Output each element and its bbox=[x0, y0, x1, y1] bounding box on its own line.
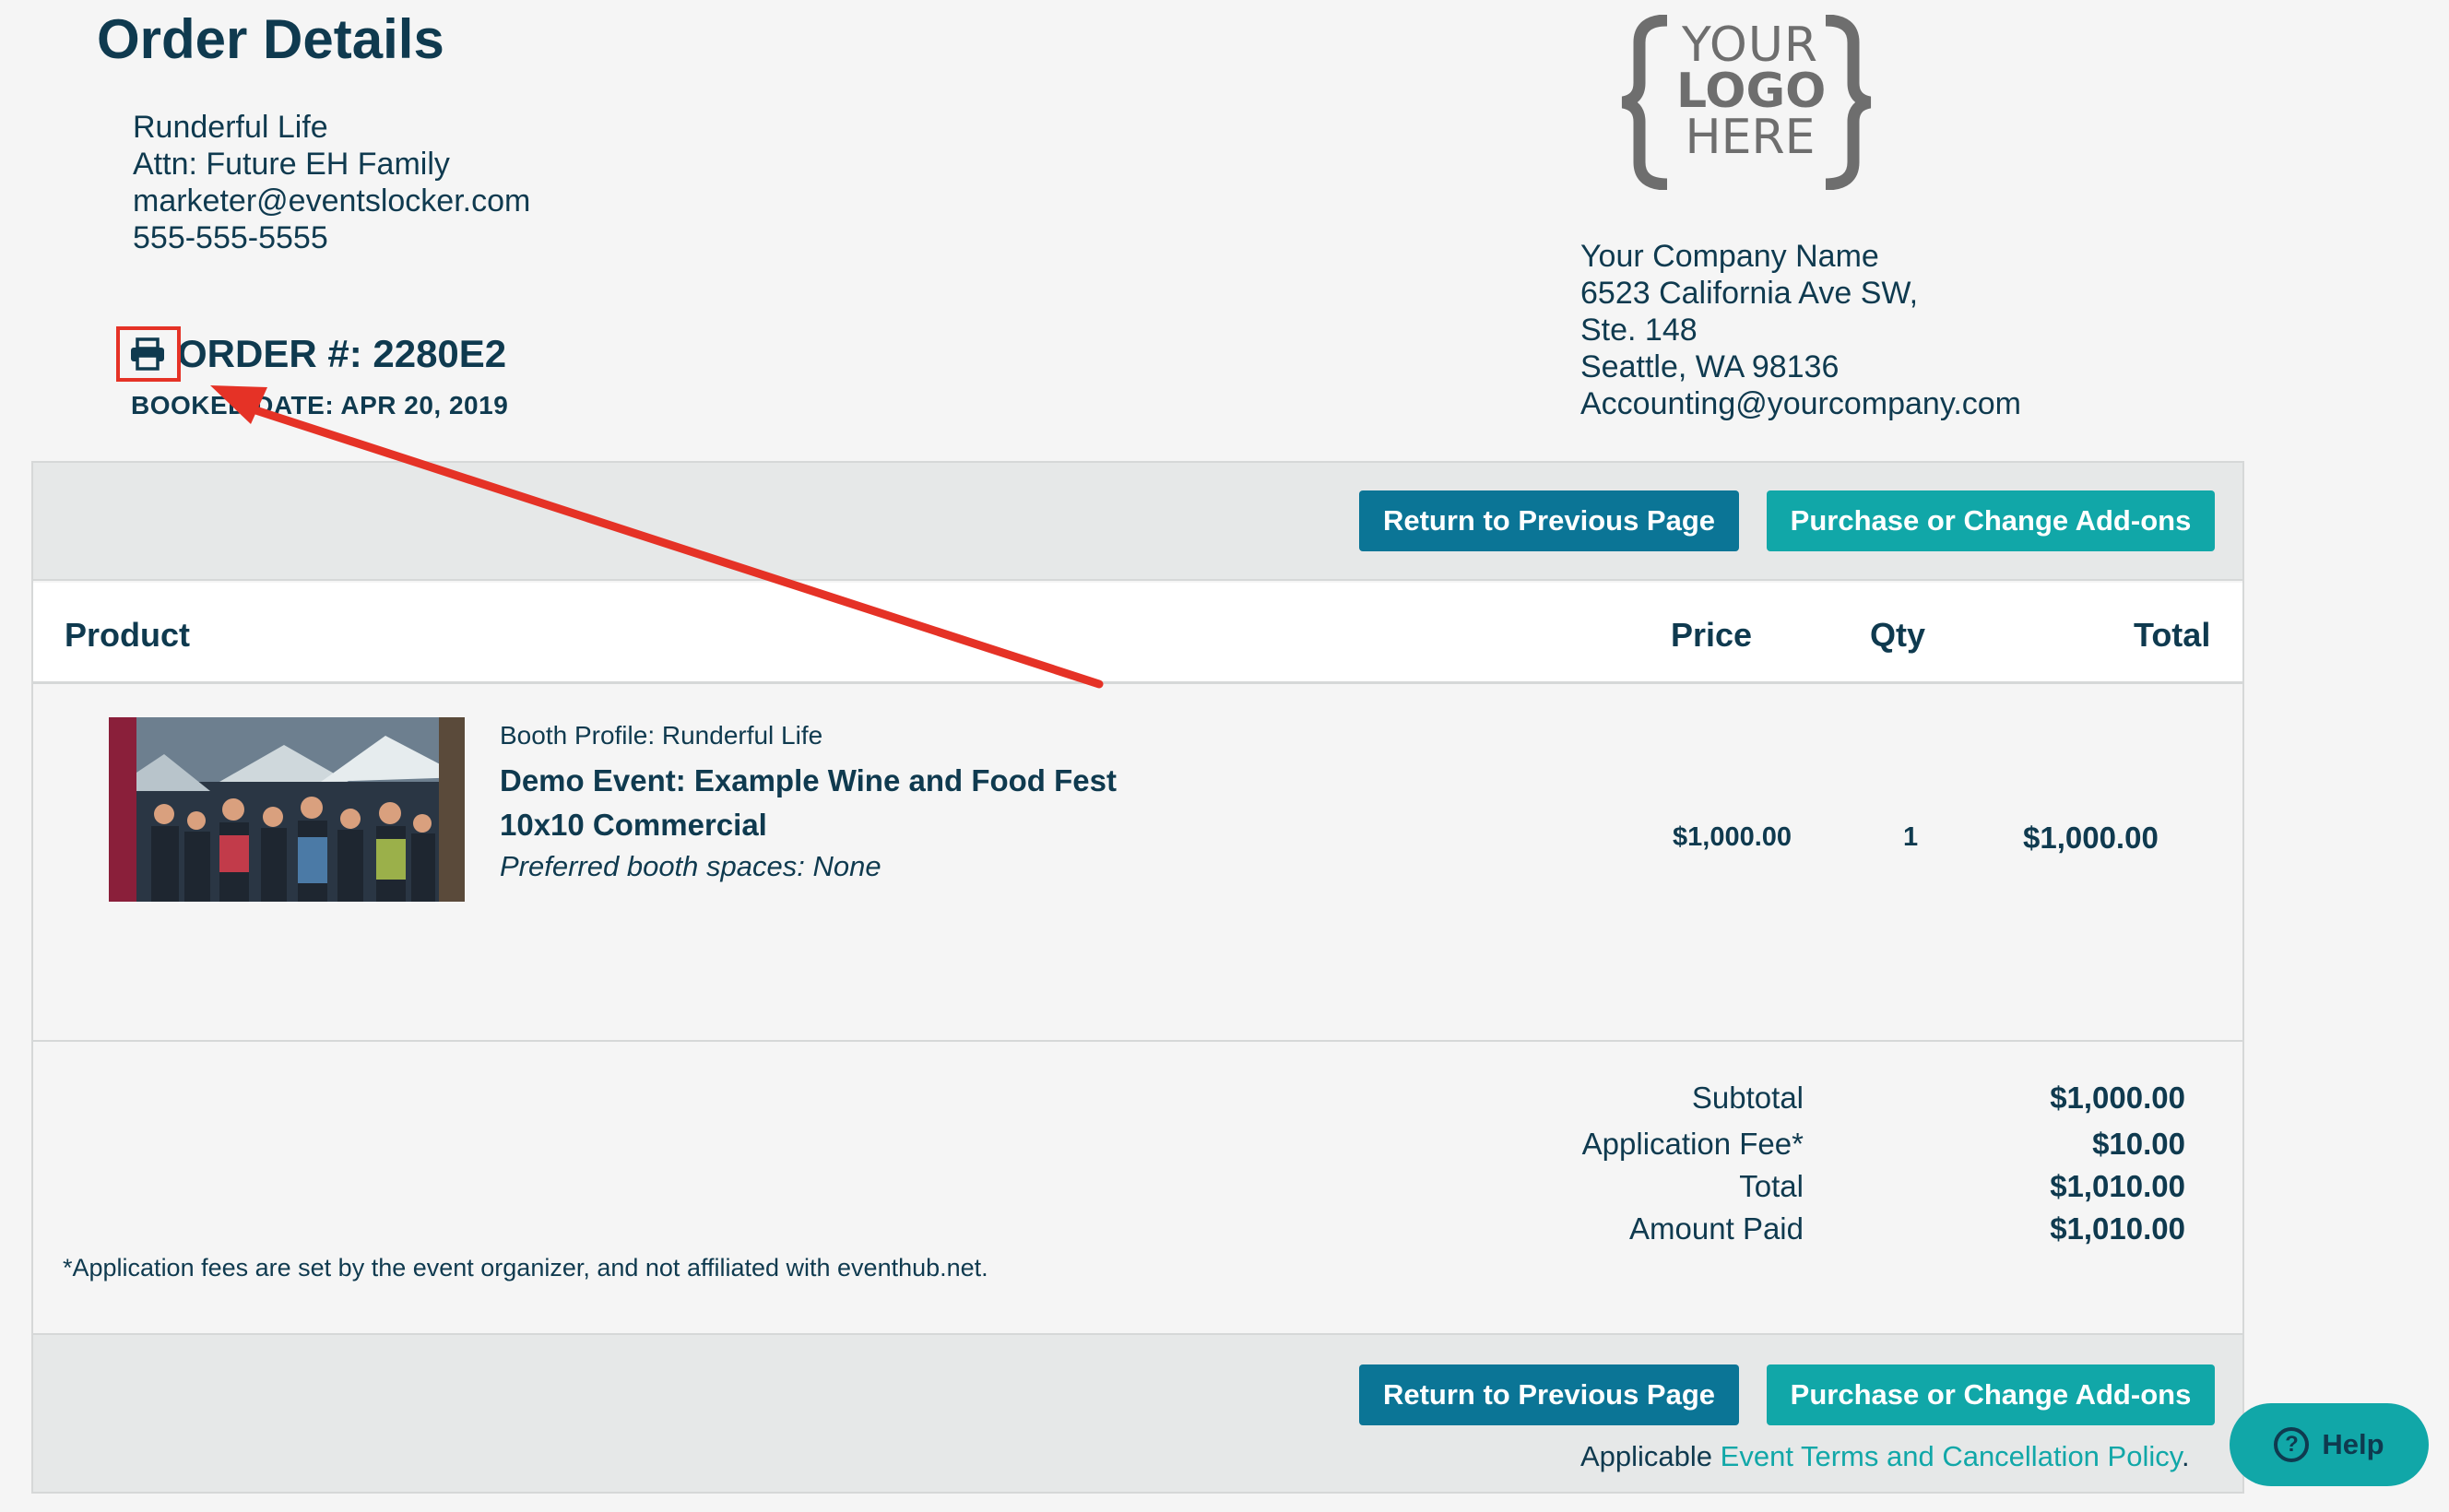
fee-label: Application Fee* bbox=[1581, 1127, 1804, 1161]
print-highlight-box bbox=[116, 326, 181, 382]
total-value: $1,010.00 bbox=[2050, 1169, 2185, 1203]
section-divider bbox=[33, 1040, 2242, 1042]
amount-paid-value: $1,010.00 bbox=[2050, 1211, 2185, 1246]
logo: YOUR LOGO HERE bbox=[1676, 18, 1827, 165]
return-button-bottom[interactable]: Return to Previous Page bbox=[1359, 1364, 1739, 1425]
company-address-1: 6523 California Ave SW, bbox=[1580, 276, 1919, 311]
terms-link[interactable]: Event Terms and Cancellation Policy bbox=[1721, 1440, 2182, 1472]
column-header-qty: Qty bbox=[1870, 616, 1926, 654]
fee-value: $10.00 bbox=[2092, 1127, 2185, 1161]
logo-line-3: HERE bbox=[1685, 110, 1816, 165]
help-label: Help bbox=[2322, 1428, 2384, 1460]
help-button[interactable]: ? Help bbox=[2230, 1403, 2429, 1486]
buyer-name: Runderful Life bbox=[133, 110, 328, 145]
buyer-phone: 555-555-5555 bbox=[133, 220, 328, 255]
booth-profile: Booth Profile: Runderful Life bbox=[500, 721, 823, 750]
event-name: Demo Event: Example Wine and Food Fest bbox=[500, 763, 1117, 797]
subtotal-label: Subtotal bbox=[1691, 1081, 1804, 1115]
logo-line-1: YOUR bbox=[1681, 18, 1819, 73]
company-city: Seattle, WA 98136 bbox=[1580, 349, 1840, 384]
buyer-attn: Attn: Future EH Family bbox=[133, 147, 450, 182]
buyer-email: marketer@eventslocker.com bbox=[133, 183, 531, 219]
column-header-product: Product bbox=[65, 616, 191, 654]
company-address-2: Ste. 148 bbox=[1580, 313, 1698, 348]
total-label: Total bbox=[1739, 1169, 1804, 1203]
booked-date: BOOKED DATE: APR 20, 2019 bbox=[131, 391, 509, 419]
fee-footnote: *Application fees are set by the event o… bbox=[63, 1254, 988, 1282]
item-qty: 1 bbox=[1903, 822, 1919, 852]
order-number: ORDER #: 2280E2 bbox=[177, 332, 507, 375]
help-icon: ? bbox=[2274, 1427, 2310, 1462]
addons-button-bottom[interactable]: Purchase or Change Add-ons bbox=[1767, 1364, 2215, 1425]
return-button[interactable]: Return to Previous Page bbox=[1359, 490, 1739, 551]
subtotal-value: $1,000.00 bbox=[2050, 1081, 2185, 1115]
item-price: $1,000.00 bbox=[1673, 822, 1792, 852]
amount-paid-label: Amount Paid bbox=[1629, 1211, 1804, 1246]
company-email: Accounting@yourcompany.com bbox=[1580, 386, 2021, 421]
product-image bbox=[109, 717, 465, 902]
company-info: Your Company Name 6523 California Ave SW… bbox=[1580, 238, 2021, 422]
item-total: $1,000.00 bbox=[2023, 821, 2159, 855]
company-name: Your Company Name bbox=[1580, 239, 1879, 274]
terms-prefix: Applicable bbox=[1580, 1440, 1721, 1472]
booth-preferences: Preferred booth spaces: None bbox=[500, 850, 881, 882]
column-header-total: Total bbox=[2134, 616, 2211, 654]
terms-suffix: . bbox=[2181, 1440, 2190, 1472]
addons-button[interactable]: Purchase or Change Add-ons bbox=[1767, 490, 2215, 551]
terms-text: Applicable Event Terms and Cancellation … bbox=[1580, 1440, 2190, 1473]
column-header-price: Price bbox=[1671, 616, 1753, 654]
page-title: Order Details bbox=[97, 8, 444, 70]
logo-line-2: LOGO bbox=[1676, 64, 1827, 119]
buyer-info: Runderful Life Attn: Future EH Family ma… bbox=[133, 109, 530, 256]
booth-size: 10x10 Commercial bbox=[500, 808, 767, 842]
